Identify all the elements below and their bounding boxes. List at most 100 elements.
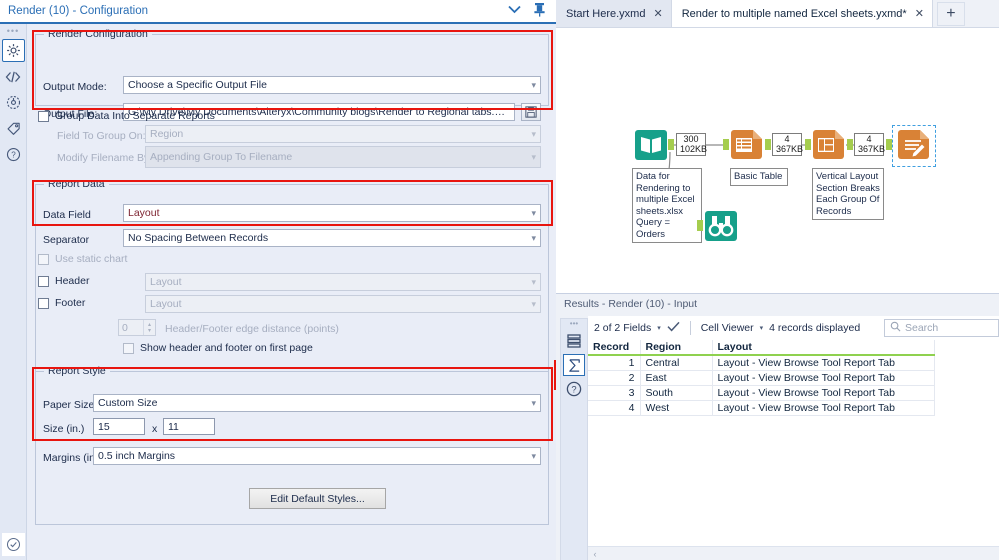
separator-select[interactable]: No Spacing Between Records ▾: [123, 229, 541, 247]
footer-row[interactable]: Footer: [38, 297, 85, 309]
header-select[interactable]: Layout ▾: [145, 273, 541, 291]
show-hf-first-page-row[interactable]: Show header and footer on first page: [123, 342, 313, 354]
panel-title: Render (10) - Configuration: [8, 5, 148, 17]
table-row[interactable]: 2 East Layout - View Browse Tool Report …: [588, 370, 935, 386]
group-data-checkbox-row[interactable]: Group Data Into Separate Reports: [38, 110, 215, 122]
modify-filename-label: Modify Filename By:: [57, 152, 153, 164]
stepper-arrows[interactable]: ▴ ▾: [143, 320, 155, 335]
table-row[interactable]: 1 Central Layout - View Browse Tool Repo…: [588, 355, 935, 371]
chevron-down-icon[interactable]: [508, 5, 521, 17]
records-icon[interactable]: [563, 330, 585, 352]
size-width-input[interactable]: 15: [93, 418, 145, 435]
chevron-left-icon[interactable]: ‹: [588, 549, 602, 559]
cell-record: 2: [588, 370, 641, 386]
cell-region: South: [640, 385, 713, 401]
tab-label: Render to multiple named Excel sheets.yx…: [681, 7, 907, 20]
gear-icon[interactable]: [1, 39, 25, 62]
chevron-down-icon[interactable]: ▾: [760, 324, 764, 332]
footer-label: Footer: [55, 297, 86, 309]
annotation-icon[interactable]: [2, 91, 25, 114]
svg-text:?: ?: [11, 151, 16, 160]
workflow-canvas[interactable]: 300 102KB Data for Rendering to multiple…: [556, 28, 999, 293]
tab-render-excel-sheets[interactable]: Render to multiple named Excel sheets.yx…: [671, 0, 933, 27]
svg-text:?: ?: [571, 384, 576, 395]
horizontal-scrollbar[interactable]: ‹: [588, 546, 999, 560]
edge-distance-stepper[interactable]: 0 ▴ ▾: [118, 319, 156, 336]
footer-checkbox[interactable]: [38, 297, 49, 309]
close-icon[interactable]: ✕: [915, 7, 924, 20]
output-mode-label: Output Mode:: [43, 81, 107, 93]
cell-layout[interactable]: Layout - View Browse Tool Report Tab: [712, 355, 935, 371]
size-height-input[interactable]: 11: [163, 418, 215, 435]
search-placeholder: Search: [905, 322, 939, 334]
use-static-chart-checkbox[interactable]: [38, 253, 49, 265]
render-configuration-legend: Render Configuration: [44, 28, 152, 40]
records-displayed-label: 4 records displayed: [769, 322, 861, 334]
use-static-chart-label: Use static chart: [55, 253, 128, 265]
fields-count-label[interactable]: 2 of 2 Fields: [594, 322, 651, 334]
column-header-layout[interactable]: Layout: [712, 340, 935, 356]
browse-tool[interactable]: [704, 210, 738, 245]
table-row[interactable]: 3 South Layout - View Browse Tool Report…: [588, 385, 935, 401]
sigma-icon[interactable]: [563, 354, 585, 376]
tab-start-here[interactable]: Start Here.yxmd ✕: [556, 0, 672, 27]
edit-default-styles-button[interactable]: Edit Default Styles...: [249, 488, 386, 509]
configuration-form: Render Configuration Output Mode: Choose…: [27, 24, 556, 560]
help-icon[interactable]: ?: [2, 143, 25, 166]
size-multiply-symbol: x: [152, 423, 158, 435]
rail-drag-dots: •••: [6, 26, 20, 36]
plus-icon[interactable]: +: [936, 2, 965, 26]
header-label: Header: [55, 275, 90, 287]
configuration-titlebar: Render (10) - Configuration: [0, 0, 556, 24]
input-port[interactable]: [723, 139, 729, 150]
code-icon[interactable]: [2, 65, 25, 88]
paper-size-select[interactable]: Custom Size ▾: [93, 394, 541, 412]
output-port[interactable]: [765, 139, 771, 150]
output-port[interactable]: [668, 139, 674, 150]
use-static-chart-row[interactable]: Use static chart: [38, 253, 127, 265]
cell-layout[interactable]: Layout - View Browse Tool Report Tab: [712, 385, 935, 401]
margins-select[interactable]: 0.5 inch Margins ▾: [93, 447, 541, 465]
input-data-tool[interactable]: [634, 129, 668, 164]
check-icon[interactable]: [667, 321, 680, 335]
column-header-region[interactable]: Region: [640, 340, 713, 356]
help-icon[interactable]: ?: [563, 378, 585, 400]
group-data-checkbox[interactable]: [38, 110, 49, 122]
field-to-group-select[interactable]: Region ▾: [145, 125, 541, 143]
modify-filename-select[interactable]: Appending Group To Filename ▾: [145, 146, 541, 168]
table-row[interactable]: 4 West Layout - View Browse Tool Report …: [588, 400, 935, 416]
config-icon-rail: ••• ?: [0, 24, 27, 560]
chevron-down-icon[interactable]: ▾: [657, 324, 661, 332]
output-port[interactable]: [847, 139, 853, 150]
pin-icon[interactable]: [533, 2, 546, 20]
input-port[interactable]: [805, 139, 811, 150]
cell-layout[interactable]: Layout - View Browse Tool Report Tab: [712, 370, 935, 386]
data-field-select[interactable]: Layout ▾: [123, 204, 541, 222]
cell-layout[interactable]: Layout - View Browse Tool Report Tab: [712, 400, 935, 416]
configuration-panel: Render (10) - Configuration ••• ? Render…: [0, 0, 556, 560]
results-grid[interactable]: Record Region Layout 1 Central Layout - …: [588, 340, 999, 416]
search-icon: [890, 321, 901, 335]
close-icon[interactable]: ✕: [653, 7, 662, 20]
basic-table-tool[interactable]: [730, 129, 764, 164]
cell-region: Central: [640, 355, 713, 371]
search-input[interactable]: Search: [884, 319, 999, 337]
output-mode-select[interactable]: Choose a Specific Output File ▾: [123, 76, 541, 94]
layout-tool[interactable]: [812, 129, 846, 164]
cell-viewer-label[interactable]: Cell Viewer: [701, 322, 754, 334]
render-tool[interactable]: [897, 129, 931, 164]
footer-select[interactable]: Layout ▾: [145, 295, 541, 313]
column-header-record[interactable]: Record: [588, 340, 641, 356]
save-disk-icon[interactable]: [521, 103, 541, 121]
header-row[interactable]: Header: [38, 275, 89, 287]
connection-label-1: 300 102KB: [676, 133, 707, 156]
toolbar-divider: [689, 321, 691, 335]
cell-record: 3: [588, 385, 641, 401]
basic-table-annotation: Basic Table: [730, 168, 788, 186]
show-hf-first-page-checkbox[interactable]: [123, 342, 134, 354]
header-checkbox[interactable]: [38, 275, 49, 287]
tag-icon[interactable]: [2, 117, 25, 140]
chevron-down-icon: ▾: [531, 128, 536, 139]
results-icon-rail: ••• ?: [560, 318, 588, 560]
input-port[interactable]: [697, 220, 703, 231]
